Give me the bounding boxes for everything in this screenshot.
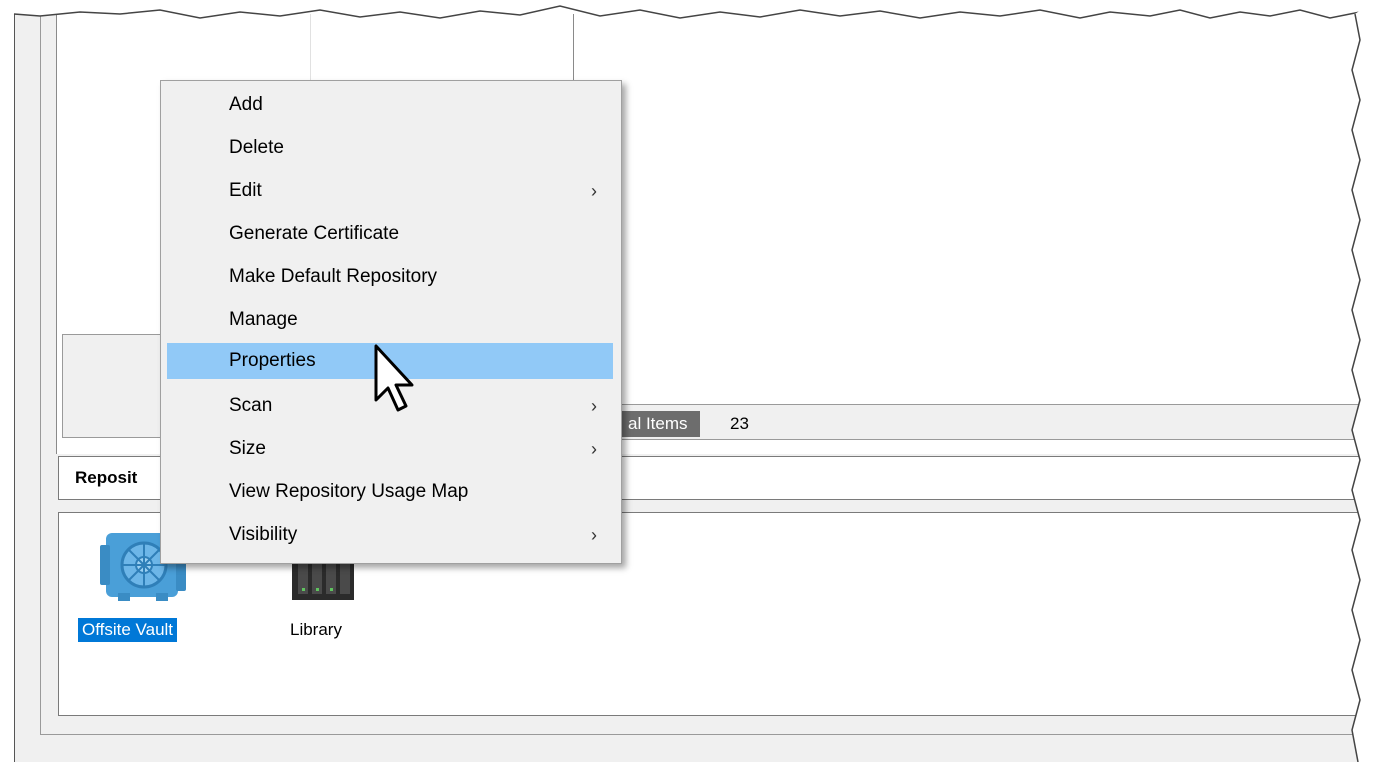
menu-item-edit[interactable]: Edit ›	[167, 173, 613, 209]
menu-item-size[interactable]: Size ›	[167, 431, 613, 467]
menu-item-label: Size	[229, 438, 266, 459]
application-window: al Items 23 Reposit Offsite Vault Librar…	[0, 0, 1375, 762]
menu-item-delete[interactable]: Delete	[167, 130, 613, 166]
repository-item-library[interactable]: Library	[286, 618, 346, 642]
submenu-arrow-icon: ›	[591, 525, 597, 545]
menu-item-visibility[interactable]: Visibility ›	[167, 517, 613, 553]
submenu-arrow-icon: ›	[591, 439, 597, 459]
repository-item-label: Library	[290, 620, 342, 639]
repository-item-label: Offsite Vault	[78, 618, 178, 642]
menu-item-label: Make Default Repository	[229, 266, 438, 287]
menu-item-label: Properties	[229, 350, 316, 371]
repositories-header-title: Reposit	[75, 468, 138, 487]
menu-item-add[interactable]: Add	[167, 87, 613, 123]
menu-item-view-repository-usage-map[interactable]: View Repository Usage Map	[167, 474, 613, 510]
context-menu: Add Delete Edit › Generate Certificate M…	[160, 80, 622, 564]
menu-item-generate-certificate[interactable]: Generate Certificate	[167, 216, 613, 252]
menu-item-label: Edit	[229, 180, 262, 201]
submenu-arrow-icon: ›	[591, 181, 597, 201]
total-items-value: 23	[730, 414, 749, 433]
menu-item-label: View Repository Usage Map	[229, 481, 469, 502]
menu-item-label: Delete	[229, 137, 284, 158]
menu-item-label: Visibility	[229, 524, 298, 545]
menu-item-make-default-repository[interactable]: Make Default Repository	[167, 259, 613, 295]
submenu-arrow-icon: ›	[591, 396, 597, 416]
menu-item-label: Scan	[229, 395, 273, 416]
mouse-pointer-icon	[374, 344, 414, 412]
repository-item-offsite-vault[interactable]: Offsite Vault	[78, 618, 178, 642]
menu-item-label: Add	[229, 94, 263, 115]
menu-item-label: Generate Certificate	[229, 223, 400, 244]
menu-item-label: Manage	[229, 309, 298, 330]
menu-item-manage[interactable]: Manage	[167, 302, 613, 338]
